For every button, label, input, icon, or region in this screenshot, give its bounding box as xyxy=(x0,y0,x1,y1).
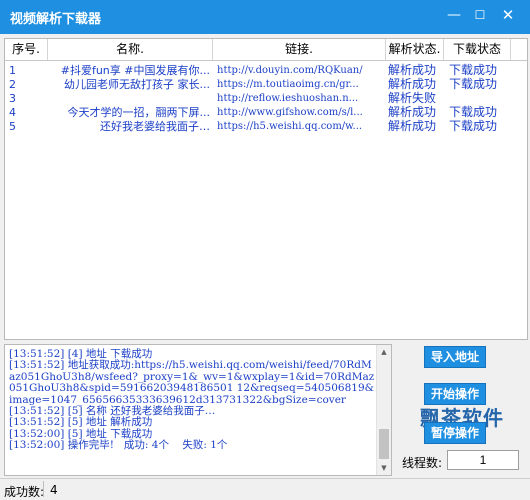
table-header: 序号. 名称. 链接. 解析状态. 下载状态 xyxy=(5,39,527,61)
cell-name: 幼儿园老师无敌打孩子 家长... xyxy=(64,78,210,91)
cell-link: http://v.douyin.com/RQKuan/ xyxy=(217,65,363,76)
thread-count-input[interactable] xyxy=(447,450,519,470)
table-row[interactable]: 1 #抖爱fun享 #中国发展有你... http://v.douyin.com… xyxy=(5,63,527,78)
cell-link: https://h5.weishi.qq.com/w... xyxy=(217,121,363,132)
table-row[interactable]: 3 http://reflow.ieshuoshan.n... 解析失败 xyxy=(5,91,527,106)
video-list-table[interactable]: 序号. 名称. 链接. 解析状态. 下载状态 1 #抖爱fun享 #中国发展有你… xyxy=(4,38,528,340)
log-text: [13:51:52] [4] 地址 下载成功 [13:51:52] 地址获取成功… xyxy=(9,348,375,452)
cell-index: 4 xyxy=(9,106,16,119)
scroll-down-icon[interactable]: ▼ xyxy=(377,461,391,475)
column-header-name[interactable]: 名称. xyxy=(48,39,213,60)
cell-name: #抖爱fun享 #中国发展有你... xyxy=(60,64,210,77)
success-count-label: 成功数: xyxy=(4,485,45,499)
cell-index: 3 xyxy=(9,92,16,105)
table-row[interactable]: 4 今天才学的一招，翮两下屏... http://www.gifshow.com… xyxy=(5,105,527,120)
scroll-thumb[interactable] xyxy=(379,429,389,459)
cell-index: 1 xyxy=(9,64,16,77)
scroll-up-icon[interactable]: ▲ xyxy=(377,345,391,359)
cell-download-status: 下载成功 xyxy=(449,119,498,133)
thread-count-label: 线程数: xyxy=(402,456,443,470)
title-bar: 视频解析下载器 — ☐ ✕ xyxy=(0,0,530,34)
column-header-parse-status[interactable]: 解析状态. xyxy=(386,39,444,60)
cell-download-status: 下载成功 xyxy=(449,77,498,91)
status-bar: 成功数: 4 xyxy=(0,478,530,500)
cell-parse-status: 解析成功 xyxy=(388,77,437,91)
cell-download-status: 下载成功 xyxy=(449,63,498,77)
cell-name: 今天才学的一招，翮两下屏... xyxy=(67,106,211,119)
column-header-link[interactable]: 链接. xyxy=(213,39,386,60)
status-divider xyxy=(43,481,44,497)
cell-parse-status: 解析成功 xyxy=(388,119,437,133)
cell-parse-status: 解析成功 xyxy=(388,63,437,77)
cell-download-status xyxy=(449,91,513,106)
column-header-download-status[interactable]: 下载状态 xyxy=(444,39,511,60)
pause-operation-button[interactable]: 暂停操作 xyxy=(424,422,486,444)
window-title: 视频解析下载器 xyxy=(10,12,102,27)
cell-link: http://reflow.ieshuoshan.n... xyxy=(217,93,359,104)
maximize-icon[interactable]: ☐ xyxy=(468,4,492,26)
cell-download-status: 下载成功 xyxy=(449,105,498,119)
column-header-index[interactable]: 序号. xyxy=(5,39,48,60)
cell-link: https://m.toutiaoimg.cn/gr... xyxy=(217,79,359,90)
close-icon[interactable]: ✕ xyxy=(496,4,520,26)
log-output[interactable]: [13:51:52] [4] 地址 下载成功 [13:51:52] 地址获取成功… xyxy=(4,344,392,476)
minimize-icon[interactable]: — xyxy=(442,4,466,26)
table-row[interactable]: 2 幼儿园老师无敌打孩子 家长... https://m.toutiaoimg.… xyxy=(5,77,527,92)
cell-name: 还好我老婆给我面子… xyxy=(100,120,210,133)
cell-parse-status: 解析失败 xyxy=(388,91,437,105)
log-scrollbar[interactable]: ▲ ▼ xyxy=(376,345,391,475)
cell-index: 5 xyxy=(9,120,16,133)
cell-index: 2 xyxy=(9,78,16,91)
cell-parse-status: 解析成功 xyxy=(388,105,437,119)
cell-link: http://www.gifshow.com/s/l... xyxy=(217,107,363,118)
cell-name xyxy=(48,91,212,106)
table-row[interactable]: 5 还好我老婆给我面子… https://h5.weishi.qq.com/w.… xyxy=(5,119,527,134)
import-address-button[interactable]: 导入地址 xyxy=(424,346,486,368)
success-count-value: 4 xyxy=(50,483,58,497)
